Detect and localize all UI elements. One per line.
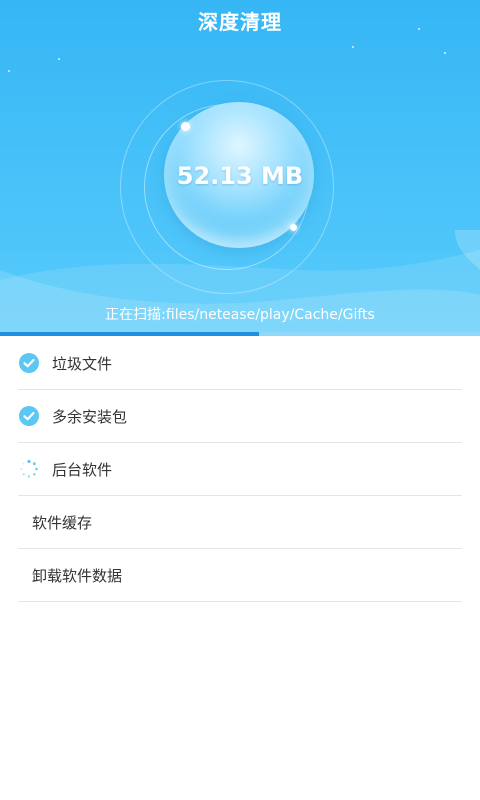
list-item-label: 卸载软件数据 xyxy=(32,566,123,585)
loading-spinner-icon xyxy=(18,458,40,480)
list-item-background-apps[interactable]: 后台软件 xyxy=(18,443,462,496)
list-item-label: 多余安装包 xyxy=(52,407,128,426)
check-circle-icon xyxy=(18,405,40,427)
page-title: 深度清理 xyxy=(198,10,282,34)
star-decoration xyxy=(8,70,10,72)
check-circle-icon xyxy=(18,352,40,374)
junk-size-value: 52.13 MB xyxy=(176,162,304,190)
orbit-dot xyxy=(181,122,190,131)
list-item-label: 后台软件 xyxy=(52,460,113,479)
scan-status-text: 正在扫描:files/netease/play/Cache/Gifts xyxy=(105,307,375,323)
list-item-label: 垃圾文件 xyxy=(52,354,113,373)
star-decoration xyxy=(58,58,60,60)
list-item-junk-files[interactable]: 垃圾文件 xyxy=(18,337,462,390)
star-decoration xyxy=(352,46,354,48)
list-item-app-cache[interactable]: 软件缓存 xyxy=(18,496,462,549)
scan-progress-bar xyxy=(0,332,480,336)
scan-progress-fill xyxy=(0,332,260,336)
list-item-uninstalled-app-data[interactable]: 卸载软件数据 xyxy=(18,549,462,602)
star-decoration xyxy=(444,52,446,54)
header-panel: 深度清理 52.13 MB 正在扫描:files/netease/play/Ca… xyxy=(0,0,480,336)
list-item-label: 软件缓存 xyxy=(32,513,93,532)
list-item-extra-packages[interactable]: 多余安装包 xyxy=(18,390,462,443)
scan-item-list: 垃圾文件 多余安装包 后台软件 软件缓存 卸载软件数据 xyxy=(0,337,480,602)
